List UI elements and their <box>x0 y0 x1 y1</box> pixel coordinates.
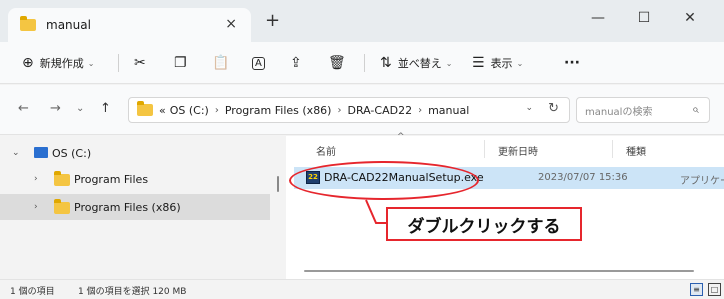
details-view-icon[interactable]: ≡ <box>690 283 703 296</box>
annotation-callout: ダブルクリックする <box>386 207 582 241</box>
status-bar: 1 個の項目 1 個の項目を選択 120 MB ≡ □ <box>0 279 724 299</box>
item-count: 1 個の項目 <box>10 287 55 297</box>
tiles-view-icon[interactable]: □ <box>708 283 721 296</box>
selection-info: 1 個の項目を選択 120 MB <box>78 287 187 297</box>
annotation-text: ダブルクリックする <box>407 216 561 237</box>
annotation-leader-line <box>365 199 386 224</box>
